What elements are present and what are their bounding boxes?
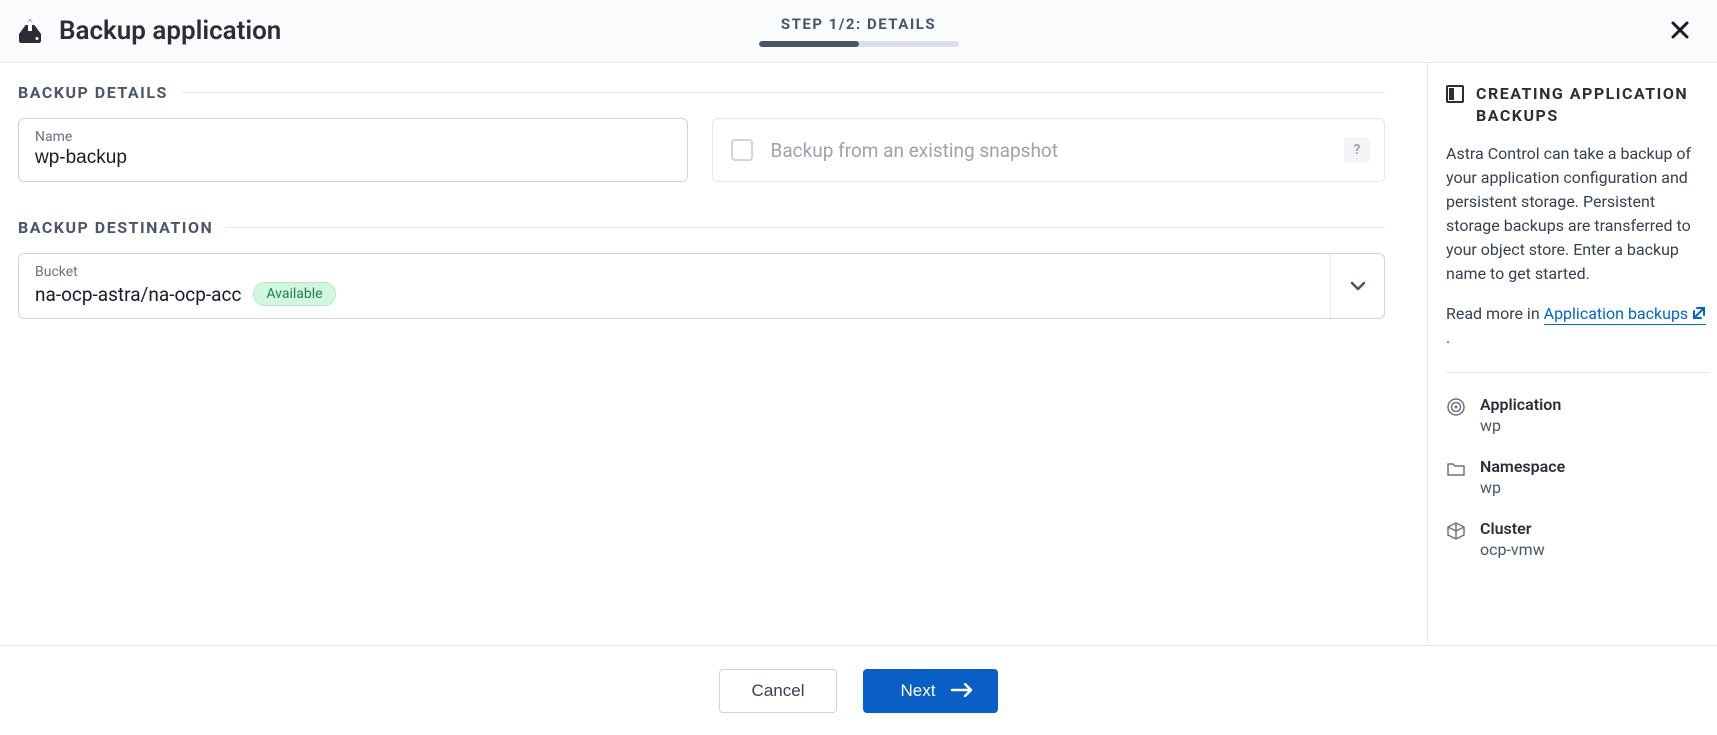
meta-app-value: wp (1480, 416, 1561, 435)
name-input-card[interactable]: Name (18, 118, 688, 182)
section-header-details: BACKUP DETAILS (18, 83, 1385, 102)
bucket-chevron[interactable] (1330, 254, 1384, 318)
sidebar-title: CREATING APPLICATION BACKUPS (1476, 83, 1709, 126)
help-icon[interactable]: ? (1344, 137, 1370, 163)
meta-application: Application wp (1446, 395, 1709, 435)
readmore-prefix: Read more in (1446, 304, 1544, 323)
docs-link[interactable]: Application backups (1544, 304, 1707, 325)
header-left: Backup application (15, 16, 281, 46)
bucket-select[interactable]: Bucket na-ocp-astra/na-ocp-acc Available (18, 253, 1385, 319)
content-area: BACKUP DETAILS Name Backup from an exist… (0, 63, 1427, 644)
section-divider (227, 227, 1385, 228)
modal-header: Backup application STEP 1/2: DETAILS (0, 0, 1717, 63)
status-badge: Available (253, 282, 335, 306)
snapshot-checkbox-card[interactable]: Backup from an existing snapshot ? (712, 118, 1386, 182)
section-title-destination: BACKUP DESTINATION (18, 218, 213, 237)
progress-fill (759, 41, 859, 47)
cube-icon (1446, 521, 1466, 541)
progress-bar (759, 41, 959, 47)
sidebar-header: CREATING APPLICATION BACKUPS (1446, 83, 1709, 126)
name-label: Name (35, 129, 671, 145)
step-text: STEP 1/2: DETAILS (781, 15, 936, 33)
cancel-button[interactable]: Cancel (719, 669, 838, 713)
page-title: Backup application (59, 16, 281, 46)
snapshot-checkbox-label: Backup from an existing snapshot (771, 139, 1058, 162)
name-input[interactable] (35, 147, 671, 169)
section-divider (182, 92, 1385, 93)
meta-cluster: Cluster ocp-vmw (1446, 519, 1709, 559)
info-sidebar: CREATING APPLICATION BACKUPS Astra Contr… (1427, 63, 1717, 644)
meta-cluster-label: Cluster (1480, 519, 1545, 538)
arrow-right-icon (951, 681, 973, 701)
step-indicator: STEP 1/2: DETAILS (759, 15, 959, 47)
main-container: BACKUP DETAILS Name Backup from an exist… (0, 63, 1717, 644)
meta-namespace: Namespace wp (1446, 457, 1709, 497)
bucket-value: na-ocp-astra/na-ocp-acc (35, 283, 241, 306)
meta-app-label: Application (1480, 395, 1561, 414)
footer: Cancel Next (0, 645, 1717, 735)
next-button[interactable]: Next (863, 669, 998, 713)
snapshot-checkbox[interactable] (731, 139, 753, 161)
next-button-label: Next (900, 681, 935, 701)
target-icon (1446, 397, 1466, 417)
backup-icon (15, 17, 45, 45)
close-button[interactable] (1663, 14, 1697, 48)
section-header-destination: BACKUP DESTINATION (18, 218, 1385, 237)
section-title-details: BACKUP DETAILS (18, 83, 168, 102)
meta-ns-label: Namespace (1480, 457, 1565, 476)
sidebar-divider (1446, 372, 1709, 373)
sidebar-readmore: Read more in Application backups. (1446, 302, 1709, 350)
bucket-select-content: Bucket na-ocp-astra/na-ocp-acc Available (19, 254, 1330, 318)
folder-icon (1446, 459, 1466, 479)
bucket-label: Bucket (35, 264, 1314, 280)
meta-cluster-value: ocp-vmw (1480, 540, 1545, 559)
details-row: Name Backup from an existing snapshot ? (18, 118, 1385, 182)
external-link-icon (1692, 302, 1706, 326)
chevron-down-icon (1350, 281, 1366, 291)
book-icon (1446, 85, 1464, 107)
bucket-value-row: na-ocp-astra/na-ocp-acc Available (35, 282, 1314, 306)
sidebar-description: Astra Control can take a backup of your … (1446, 142, 1709, 286)
meta-ns-value: wp (1480, 478, 1565, 497)
